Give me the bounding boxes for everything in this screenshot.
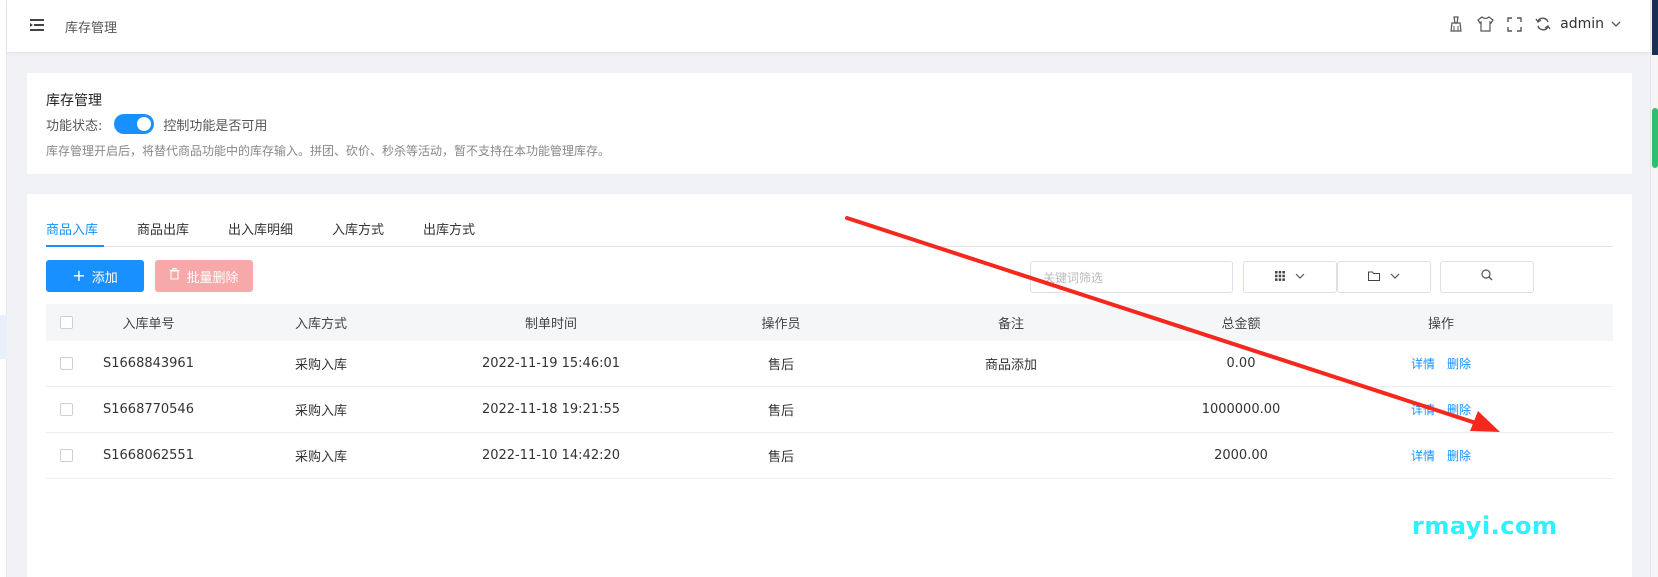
sidebar-collapsed [0, 0, 7, 577]
tab-bar: 商品入库 商品出库 出入库明细 入库方式 出库方式 [46, 219, 1613, 247]
delete-link[interactable]: 删除 [1447, 401, 1471, 418]
chevron-down-icon [1390, 270, 1400, 285]
batch-delete-label: 批量删除 [186, 270, 239, 286]
select-all-cell [46, 304, 86, 341]
detail-link[interactable]: 详情 [1411, 401, 1435, 418]
table-row: S1668770546 采购入库 2022-11-18 19:21:55 售后 … [46, 387, 1613, 433]
col-header-method: 入库方式 [294, 317, 347, 332]
export-select[interactable] [1337, 261, 1431, 293]
watermark-logo: rmayi.com [1412, 512, 1558, 540]
column-layout-select[interactable] [1243, 261, 1337, 293]
detail-link[interactable]: 详情 [1411, 447, 1435, 464]
switch-knob [137, 117, 152, 131]
col-header-amount: 总金额 [1221, 317, 1261, 332]
cell-order-no: S1668062551 [103, 448, 194, 463]
delete-link[interactable]: 删除 [1447, 447, 1471, 464]
refresh-icon[interactable] [1533, 14, 1553, 34]
chevron-down-icon[interactable] [1610, 18, 1622, 30]
folder-icon [1368, 270, 1380, 285]
breadcrumb-title: 库存管理 [65, 21, 118, 36]
search-icon [1481, 269, 1493, 285]
cell-method: 采购入库 [294, 404, 347, 419]
status-label: 功能状态: [46, 118, 103, 134]
cell-order-no: S1668770546 [103, 402, 194, 417]
user-name[interactable]: admin [1560, 16, 1604, 32]
switch-hint: 控制功能是否可用 [163, 118, 268, 134]
scrollbar-track-top [1652, 0, 1658, 55]
feature-description: 库存管理开启后，将替代商品功能中的库存输入。拼团、砍价、秒杀等活动，暂不支持在本… [46, 144, 611, 158]
cell-time: 2022-11-19 15:46:01 [481, 356, 621, 371]
delete-link[interactable]: 删除 [1447, 355, 1471, 372]
tab-in-methods[interactable]: 入库方式 [332, 219, 384, 238]
cell-amount: 0.00 [1226, 356, 1256, 371]
cell-amount: 2000.00 [1214, 448, 1268, 463]
feature-status-row: 功能状态: 控制功能是否可用 [46, 114, 267, 134]
batch-delete-button[interactable]: 批量删除 [155, 260, 253, 292]
cell-method: 采购入库 [294, 450, 347, 465]
menu-fold-icon[interactable] [29, 17, 45, 33]
plus-icon: + [72, 266, 86, 285]
col-header-operator: 操作员 [761, 317, 801, 332]
cell-remark [891, 387, 1131, 432]
feature-toggle-switch[interactable] [114, 114, 155, 134]
row-select-cell [46, 433, 86, 478]
keyword-filter-input[interactable]: 关键词筛选 [1030, 261, 1233, 293]
stock-in-table: 入库单号 入库方式 制单时间 操作员 备注 总金额 操作 S1668843961… [46, 304, 1613, 479]
cell-remark: 商品添加 [984, 358, 1037, 373]
scrollbar-thumb[interactable] [1652, 108, 1658, 168]
add-button[interactable]: + 添加 [46, 260, 144, 292]
cell-operator: 售后 [767, 450, 794, 465]
table-row: S1668062551 采购入库 2022-11-10 14:42:20 售后 … [46, 433, 1613, 479]
cell-time: 2022-11-10 14:42:20 [481, 448, 621, 463]
table-row: S1668843961 采购入库 2022-11-19 15:46:01 售后 … [46, 341, 1613, 387]
cell-actions: 详情 删除 [1351, 433, 1531, 478]
cell-operator: 售后 [767, 404, 794, 419]
inventory-list-card: 商品入库 商品出库 出入库明细 入库方式 出库方式 + 添加 批量删除 关键词筛… [27, 194, 1632, 577]
broom-icon[interactable] [1446, 14, 1466, 34]
search-button[interactable] [1440, 261, 1534, 293]
inventory-settings-card: 库存管理 功能状态: 控制功能是否可用 库存管理开启后，将替代商品功能中的库存输… [27, 73, 1632, 174]
col-header-time: 制单时间 [524, 317, 577, 332]
tab-stock-out[interactable]: 商品出库 [137, 219, 189, 238]
tab-out-methods[interactable]: 出库方式 [423, 219, 475, 238]
col-header-order-no: 入库单号 [122, 317, 175, 332]
add-button-label: 添加 [91, 270, 118, 286]
row-checkbox[interactable] [59, 403, 73, 416]
top-navbar: 库存管理 admin [7, 0, 1650, 53]
tab-stock-detail[interactable]: 出入库明细 [228, 219, 293, 238]
cell-actions: 详情 删除 [1351, 387, 1531, 432]
chevron-down-icon [1295, 270, 1305, 285]
topbar-actions: admin [1437, 14, 1622, 34]
row-checkbox[interactable] [59, 357, 73, 370]
page-scrollbar[interactable] [1650, 0, 1658, 577]
tab-stock-in[interactable]: 商品入库 [46, 219, 98, 238]
cell-amount: 1000000.00 [1201, 402, 1281, 417]
tshirt-icon[interactable] [1475, 14, 1495, 34]
trash-icon [169, 268, 180, 284]
sidebar-active-marker [0, 315, 7, 359]
table-header: 入库单号 入库方式 制单时间 操作员 备注 总金额 操作 [46, 304, 1613, 341]
card-title: 库存管理 [46, 93, 102, 109]
row-checkbox[interactable] [59, 449, 73, 462]
cell-remark [891, 433, 1131, 478]
tab-active-indicator [46, 245, 104, 247]
cell-method: 采购入库 [294, 358, 347, 373]
col-header-actions: 操作 [1427, 317, 1454, 332]
detail-link[interactable]: 详情 [1411, 355, 1435, 372]
row-select-cell [46, 341, 86, 386]
row-select-cell [46, 387, 86, 432]
grid-icon [1275, 270, 1285, 285]
cell-actions: 详情 删除 [1351, 341, 1531, 386]
col-header-remark: 备注 [997, 317, 1024, 332]
cell-operator: 售后 [767, 358, 794, 373]
cell-order-no: S1668843961 [103, 356, 194, 371]
select-all-checkbox[interactable] [59, 316, 73, 329]
fullscreen-icon[interactable] [1504, 14, 1524, 34]
cell-time: 2022-11-18 19:21:55 [481, 402, 621, 417]
